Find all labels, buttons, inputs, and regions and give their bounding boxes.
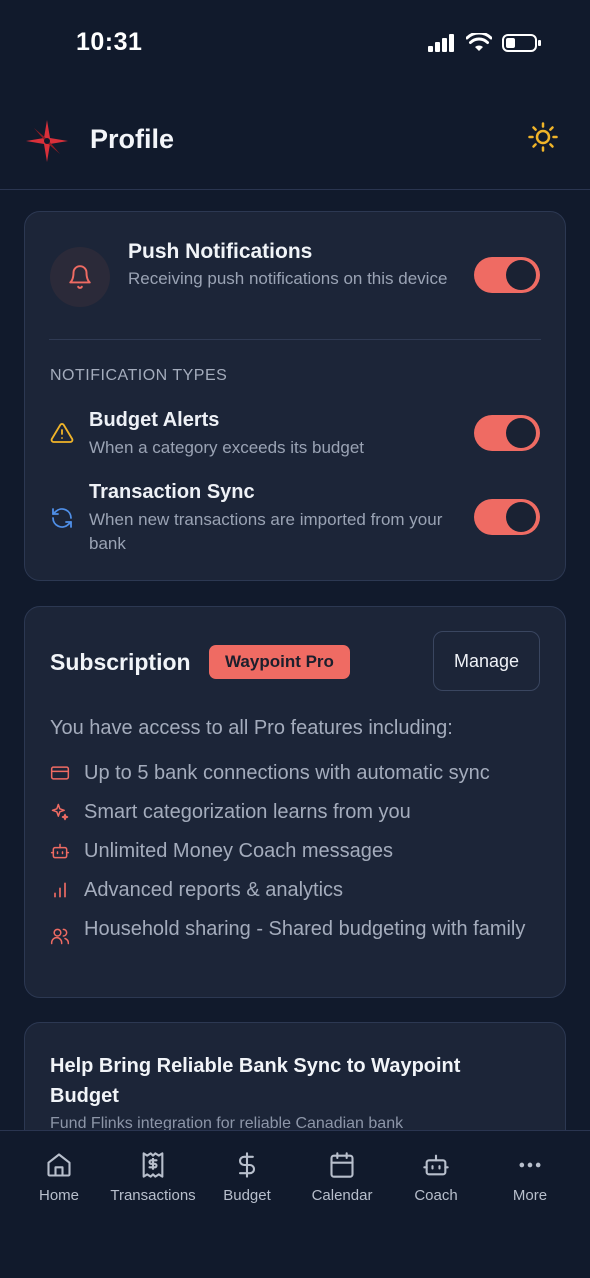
toggle-knob [506, 260, 536, 290]
notification-types-label: NOTIFICATION TYPES [50, 367, 228, 384]
nav-transactions[interactable]: Transactions [103, 1151, 203, 1204]
feature-text: Advanced reports & analytics [84, 879, 344, 901]
bot-icon [50, 843, 70, 859]
refresh-icon [52, 508, 72, 528]
manage-button[interactable]: Manage [433, 631, 540, 691]
compass-logo-icon [26, 120, 68, 162]
budget-alerts-toggle[interactable] [474, 415, 540, 451]
toggle-knob [506, 502, 536, 532]
feature-text: Household sharing - Shared budgeting wit… [84, 918, 526, 940]
bottom-nav: Home Transactions Budget Calendar Coach … [0, 1130, 590, 1278]
credit-card-icon [50, 766, 70, 780]
subscription-card: Subscription Waypoint Pro Manage You hav… [24, 606, 566, 998]
nav-budget-label: Budget [223, 1187, 271, 1204]
status-icons [428, 33, 542, 53]
subscription-title: Subscription [50, 649, 191, 675]
nav-transactions-label: Transactions [110, 1187, 196, 1204]
toggle-knob [506, 418, 536, 448]
feature-item: Unlimited Money Coach messages [50, 836, 540, 866]
feature-item: Advanced reports & analytics [50, 875, 540, 905]
push-notifications-toggle[interactable] [474, 257, 540, 293]
calendar-icon [330, 1152, 354, 1178]
wifi-icon [466, 33, 492, 51]
bot-icon [423, 1154, 449, 1176]
budget-alerts-title: Budget Alerts [89, 409, 220, 431]
feature-item: Household sharing - Shared budgeting wit… [50, 914, 540, 946]
more-icon [519, 1162, 541, 1168]
battery-icon [502, 34, 541, 52]
divider [49, 339, 541, 340]
push-notifications-description: Receiving push notifications on this dev… [128, 269, 448, 288]
nav-home[interactable]: Home [9, 1151, 109, 1204]
page-title: Profile [90, 124, 175, 154]
push-notifications-title: Push Notifications [128, 240, 313, 263]
nav-coach[interactable]: Coach [386, 1151, 486, 1204]
access-text: You have access to all Pro features incl… [50, 717, 453, 739]
warning-icon [50, 423, 74, 443]
bell-icon-container [50, 247, 110, 307]
sun-icon[interactable] [528, 122, 558, 152]
status-time: 10:31 [76, 28, 143, 56]
nav-budget[interactable]: Budget [197, 1151, 297, 1204]
nav-calendar-label: Calendar [311, 1187, 373, 1204]
feature-text: Up to 5 bank connections with automatic … [84, 762, 490, 784]
feature-text: Smart categorization learns from you [84, 801, 411, 823]
budget-alerts-description: When a category exceeds its budget [89, 438, 364, 457]
feature-item: Up to 5 bank connections with automatic … [50, 758, 540, 788]
status-bar: 10:31 [0, 0, 590, 88]
nav-home-label: Home [38, 1187, 79, 1204]
nav-calendar[interactable]: Calendar [292, 1151, 392, 1204]
app-header: Profile [0, 100, 590, 190]
plan-badge: Waypoint Pro [209, 645, 350, 679]
bar-chart-icon [54, 882, 66, 898]
receipt-icon [142, 1152, 164, 1178]
nav-coach-label: Coach [414, 1187, 458, 1204]
transaction-sync-toggle[interactable] [474, 499, 540, 535]
sparkles-icon [51, 803, 69, 821]
feature-item: Smart categorization learns from you [50, 797, 540, 827]
transaction-sync-description: When new transactions are imported from … [89, 510, 443, 553]
home-icon [47, 1153, 71, 1177]
nav-more[interactable]: More [480, 1151, 580, 1204]
feature-text: Unlimited Money Coach messages [84, 840, 394, 862]
help-card-title: Help Bring Reliable Bank Sync to Waypoin… [50, 1055, 461, 1107]
nav-more-label: More [512, 1187, 548, 1204]
users-icon [50, 928, 70, 945]
notifications-card: Push Notifications Receiving push notifi… [24, 211, 566, 581]
transaction-sync-title: Transaction Sync [89, 481, 255, 503]
bell-icon [69, 265, 91, 289]
dollar-icon [238, 1152, 256, 1178]
signal-icon [428, 34, 454, 52]
